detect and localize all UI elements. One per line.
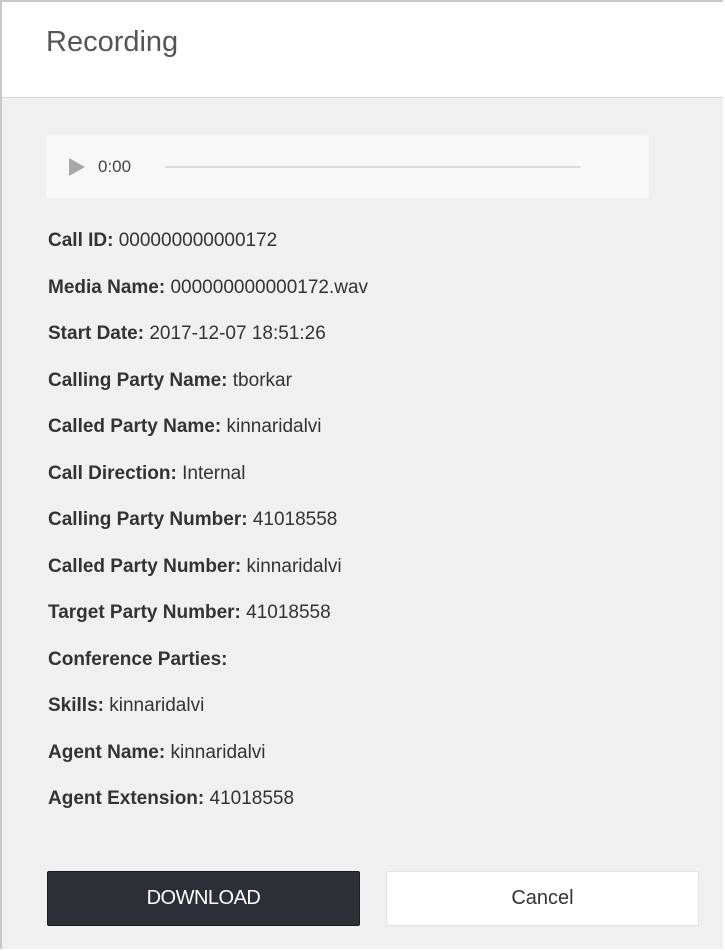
detail-label: Called Party Number: [48,555,242,577]
detail-value: tborkar [232,369,292,391]
detail-value: kinnaridalvi [226,416,322,437]
detail-start-date: Start Date: 2017-12-07 18:51:26 [48,318,368,365]
detail-label: Conference Parties: [48,648,228,670]
detail-label: Calling Party Name: [48,369,228,391]
detail-label: Call ID: [48,230,114,251]
dialog-title: Recording [46,26,179,58]
detail-agent-name: Agent Name: kinnaridalvi [48,737,368,784]
detail-media-name: Media Name: 000000000000172.wav [48,272,368,319]
recording-dialog: Recording 0:00 Call ID: 000000000000172 … [0,0,723,949]
detail-value: 2017-12-07 18:51:26 [149,323,326,344]
detail-label: Media Name: [48,276,166,298]
detail-label: Target Party Number: [48,602,241,623]
detail-call-id: Call ID: 000000000000172 [48,225,368,272]
detail-label: Agent Extension: [48,788,205,809]
detail-called-party-name: Called Party Name: kinnaridalvi [48,411,368,458]
detail-label: Start Date: [48,323,145,344]
detail-calling-party-number: Calling Party Number: 41018558 [48,504,368,551]
detail-conference-parties: Conference Parties: [48,644,368,691]
detail-value: 000000000000172 [118,230,278,251]
download-button[interactable]: DOWNLOAD [47,871,360,926]
detail-label: Skills: [48,695,104,716]
detail-label: Agent Name: [48,741,166,763]
detail-call-direction: Call Direction: Internal [48,458,368,505]
detail-calling-party-name: Calling Party Name: tborkar [48,365,368,412]
audio-player: 0:00 [46,135,649,199]
detail-value: kinnaridalvi [170,741,266,763]
detail-value: 41018558 [252,509,338,530]
dialog-header: Recording [2,2,723,98]
cancel-button[interactable]: Cancel [386,871,699,926]
detail-value: Internal [182,462,246,484]
play-icon[interactable] [69,158,85,176]
detail-label: Called Party Name: [48,416,222,437]
detail-agent-extension: Agent Extension: 41018558 [48,783,368,830]
detail-skills: Skills: kinnaridalvi [48,690,368,737]
seek-bar[interactable] [165,166,582,168]
detail-label: Call Direction: [48,462,177,484]
detail-value: 000000000000172.wav [170,276,369,298]
detail-label: Calling Party Number: [48,509,248,530]
detail-target-party-number: Target Party Number: 41018558 [48,597,368,644]
detail-value: kinnaridalvi [109,695,205,716]
recording-details: Call ID: 000000000000172 Media Name: 000… [48,225,368,830]
detail-value: 41018558 [209,788,295,809]
detail-value: 41018558 [246,602,331,623]
playback-time: 0:00 [98,157,132,176]
detail-called-party-number: Called Party Number: kinnaridalvi [48,551,368,598]
detail-value: kinnaridalvi [246,555,342,577]
